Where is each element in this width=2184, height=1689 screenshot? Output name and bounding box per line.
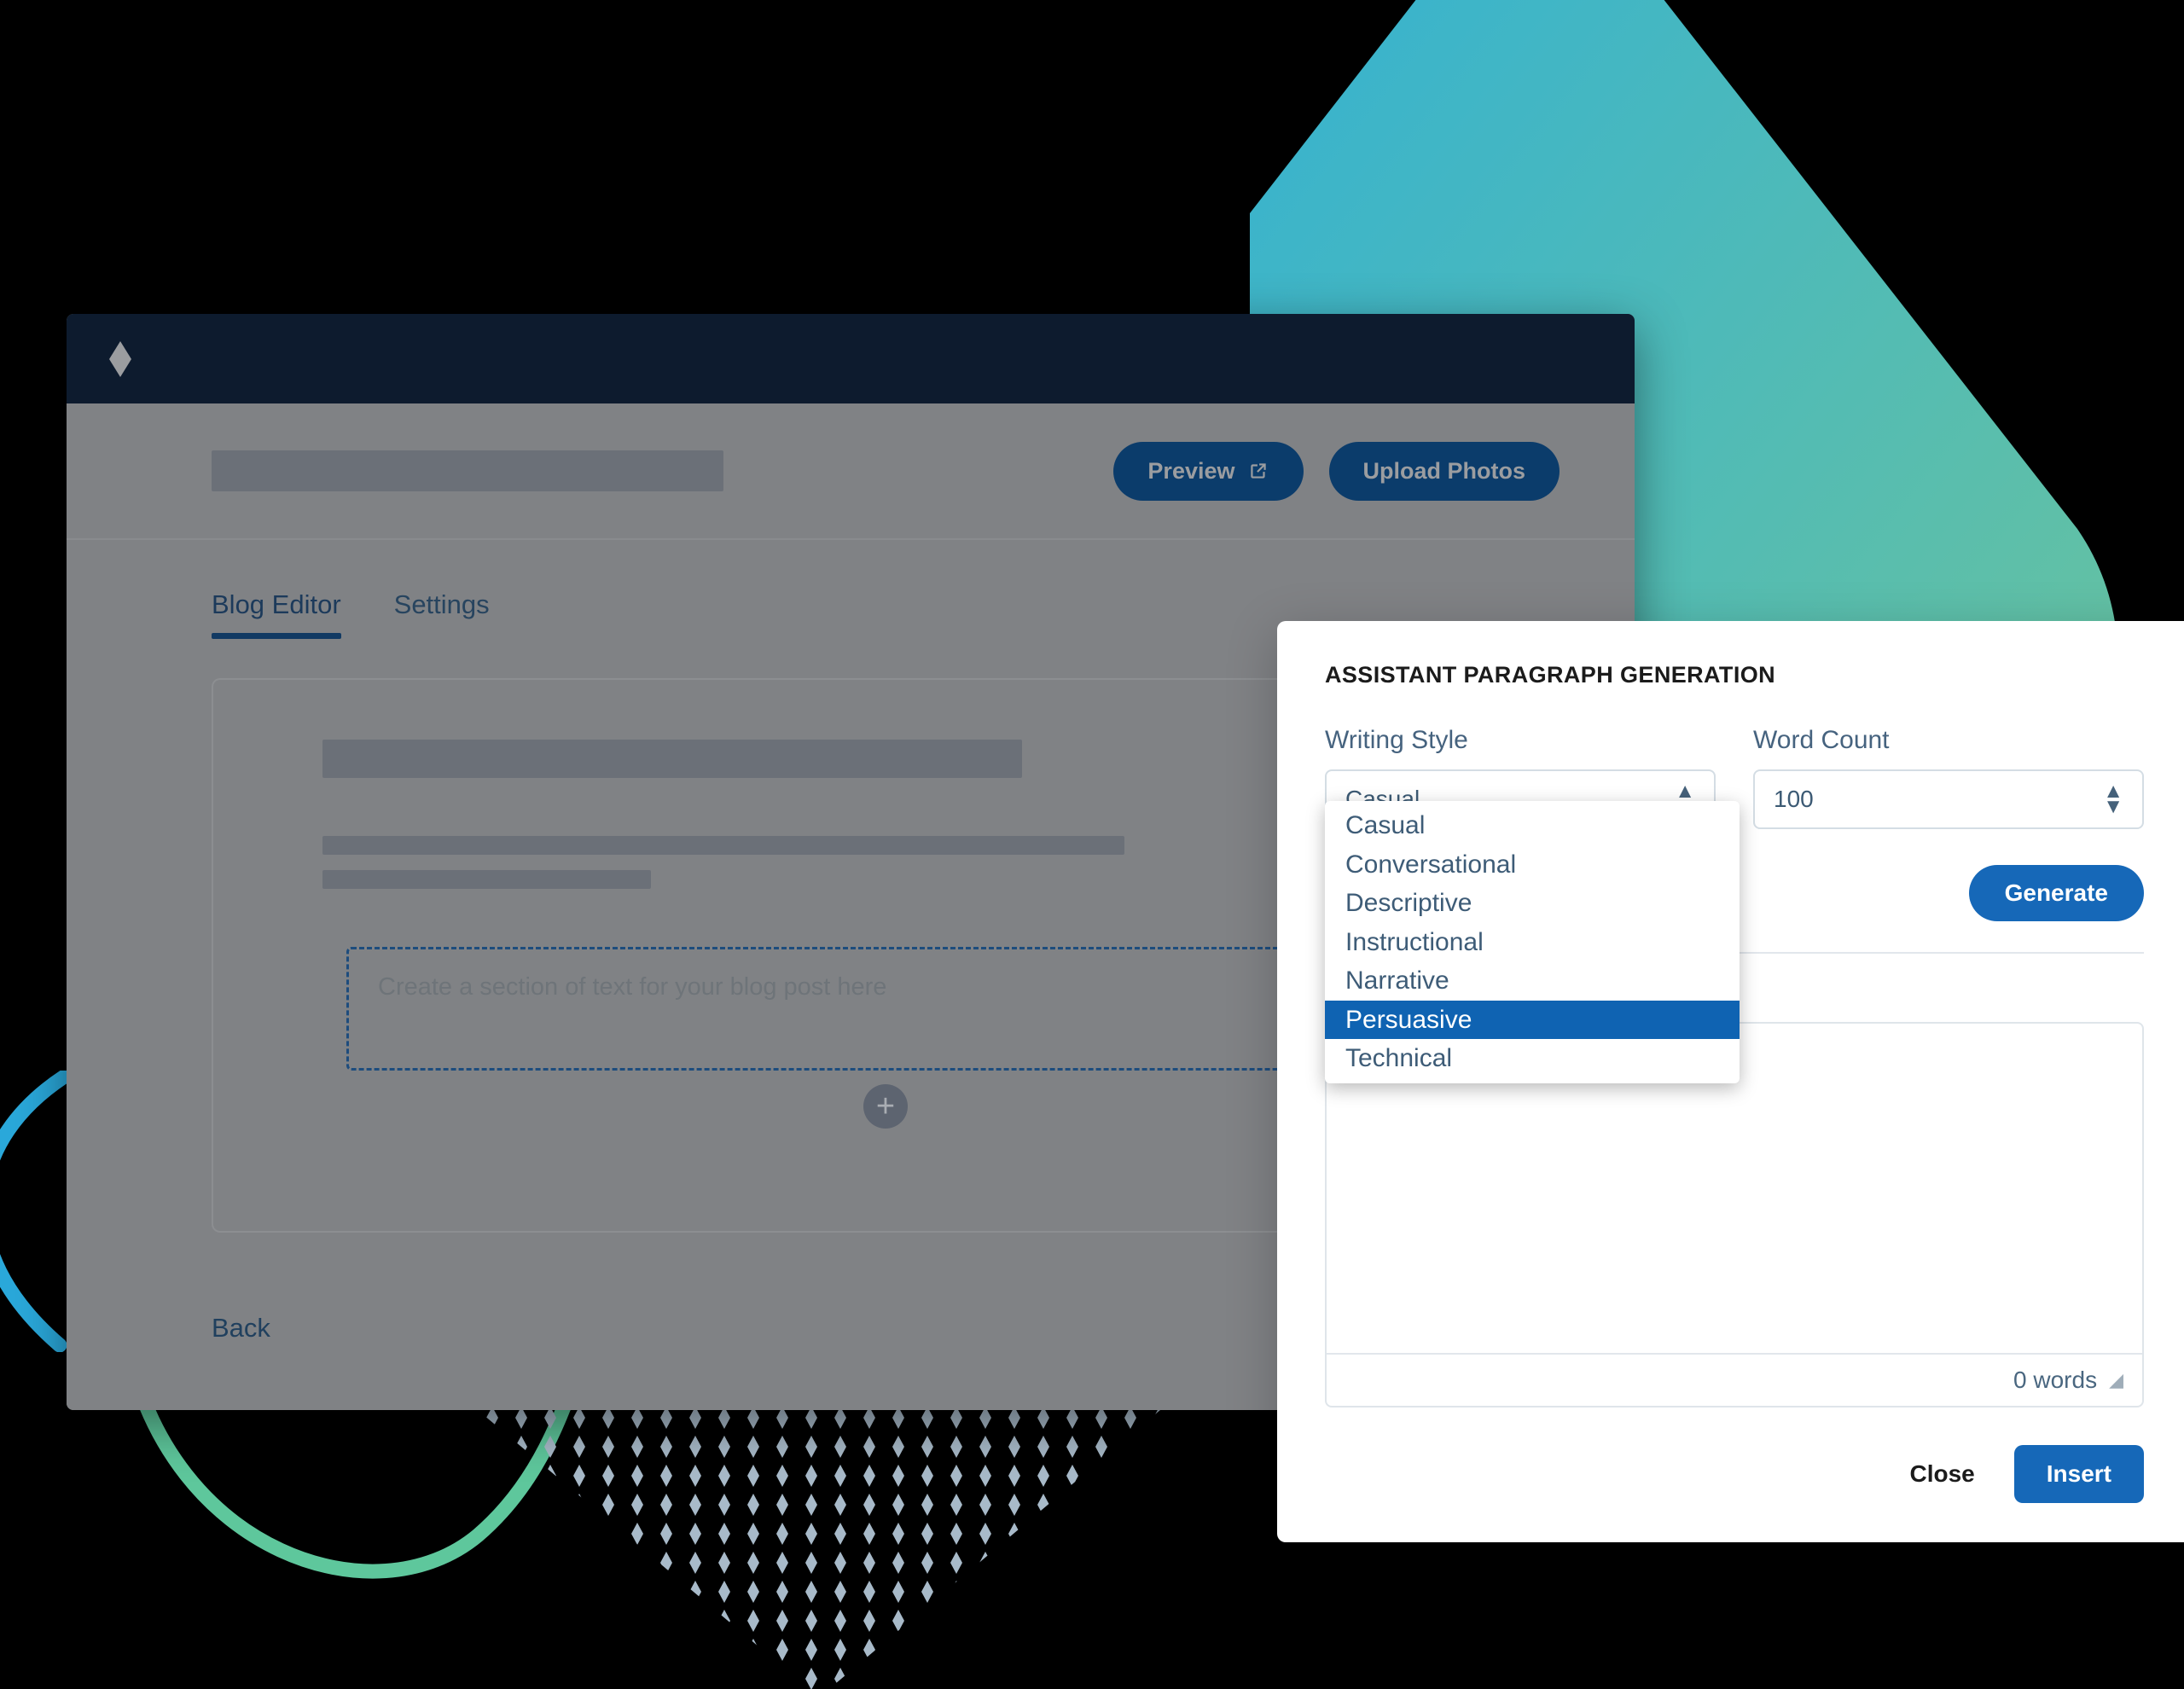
- tab-blog-editor-label: Blog Editor: [212, 589, 341, 619]
- writing-style-label: Writing Style: [1325, 726, 1468, 754]
- content-skeleton-line-2: [322, 870, 651, 889]
- tab-settings-label: Settings: [393, 589, 490, 619]
- dropdown-option-technical[interactable]: Technical: [1325, 1039, 1740, 1078]
- modal-controls-row: Writing Style Casual ▲▼ CasualConversati…: [1325, 726, 2144, 1083]
- writing-style-field: Writing Style Casual ▲▼ CasualConversati…: [1325, 726, 1740, 1083]
- title-skeleton: [212, 450, 723, 491]
- header-actions: Preview Upload Photos: [1113, 441, 1560, 501]
- insert-button[interactable]: Insert: [2013, 1445, 2144, 1503]
- dropdown-option-casual[interactable]: Casual: [1325, 806, 1740, 845]
- dot-pattern-decoration: [478, 1410, 1160, 1689]
- generate-button[interactable]: Generate: [1968, 865, 2144, 921]
- assistant-paragraph-generation-modal: ASSISTANT PARAGRAPH GENERATION Writing S…: [1277, 621, 2184, 1542]
- back-link[interactable]: Back: [212, 1313, 270, 1344]
- upload-photos-button[interactable]: Upload Photos: [1328, 441, 1560, 501]
- dropdown-option-instructional[interactable]: Instructional: [1325, 923, 1740, 962]
- modal-title: ASSISTANT PARAGRAPH GENERATION: [1325, 662, 1776, 688]
- app-topbar: [67, 314, 1635, 403]
- plus-icon: +: [875, 1088, 896, 1124]
- content-skeleton-heading: [322, 740, 1022, 778]
- word-count-input[interactable]: 100 ▲ ▼: [1753, 769, 2144, 829]
- tab-settings[interactable]: Settings: [394, 589, 490, 639]
- preview-button[interactable]: Preview: [1113, 441, 1304, 501]
- word-count-status-bar: 0 words ◢: [1327, 1353, 2142, 1406]
- tab-blog-editor[interactable]: Blog Editor: [212, 589, 341, 639]
- dropdown-option-descriptive[interactable]: Descriptive: [1325, 884, 1740, 923]
- external-link-icon: [1250, 463, 1266, 479]
- modal-footer: Close Insert: [1325, 1445, 2144, 1503]
- upload-photos-label: Upload Photos: [1362, 457, 1526, 484]
- dropdown-option-persuasive[interactable]: Persuasive: [1325, 1000, 1740, 1039]
- word-count-field: Word Count 100 ▲ ▼: [1753, 726, 2144, 829]
- diamond-logo-icon: [109, 340, 131, 377]
- word-count-status: 0 words: [2013, 1367, 2098, 1393]
- screenshot-stage: Preview Upload Photos Blog Editor Settin…: [0, 0, 2184, 1689]
- content-skeleton-line-1: [322, 836, 1124, 855]
- add-section-button[interactable]: +: [863, 1084, 908, 1129]
- dropdown-option-narrative[interactable]: Narrative: [1325, 961, 1740, 1001]
- app-header: Preview Upload Photos: [67, 403, 1635, 540]
- dropdown-option-conversational[interactable]: Conversational: [1325, 845, 1740, 885]
- writing-style-dropdown[interactable]: Casual Conversational Descriptive Instructi…: [1325, 801, 1740, 1083]
- preview-button-label: Preview: [1147, 457, 1235, 484]
- resize-grip-icon[interactable]: ◢: [2109, 1369, 2123, 1391]
- word-count-value: 100: [1774, 786, 1814, 812]
- close-button[interactable]: Close: [1910, 1460, 1975, 1488]
- stepper-updown-icon: ▲▼: [2103, 780, 2123, 818]
- word-count-label: Word Count: [1753, 726, 1890, 754]
